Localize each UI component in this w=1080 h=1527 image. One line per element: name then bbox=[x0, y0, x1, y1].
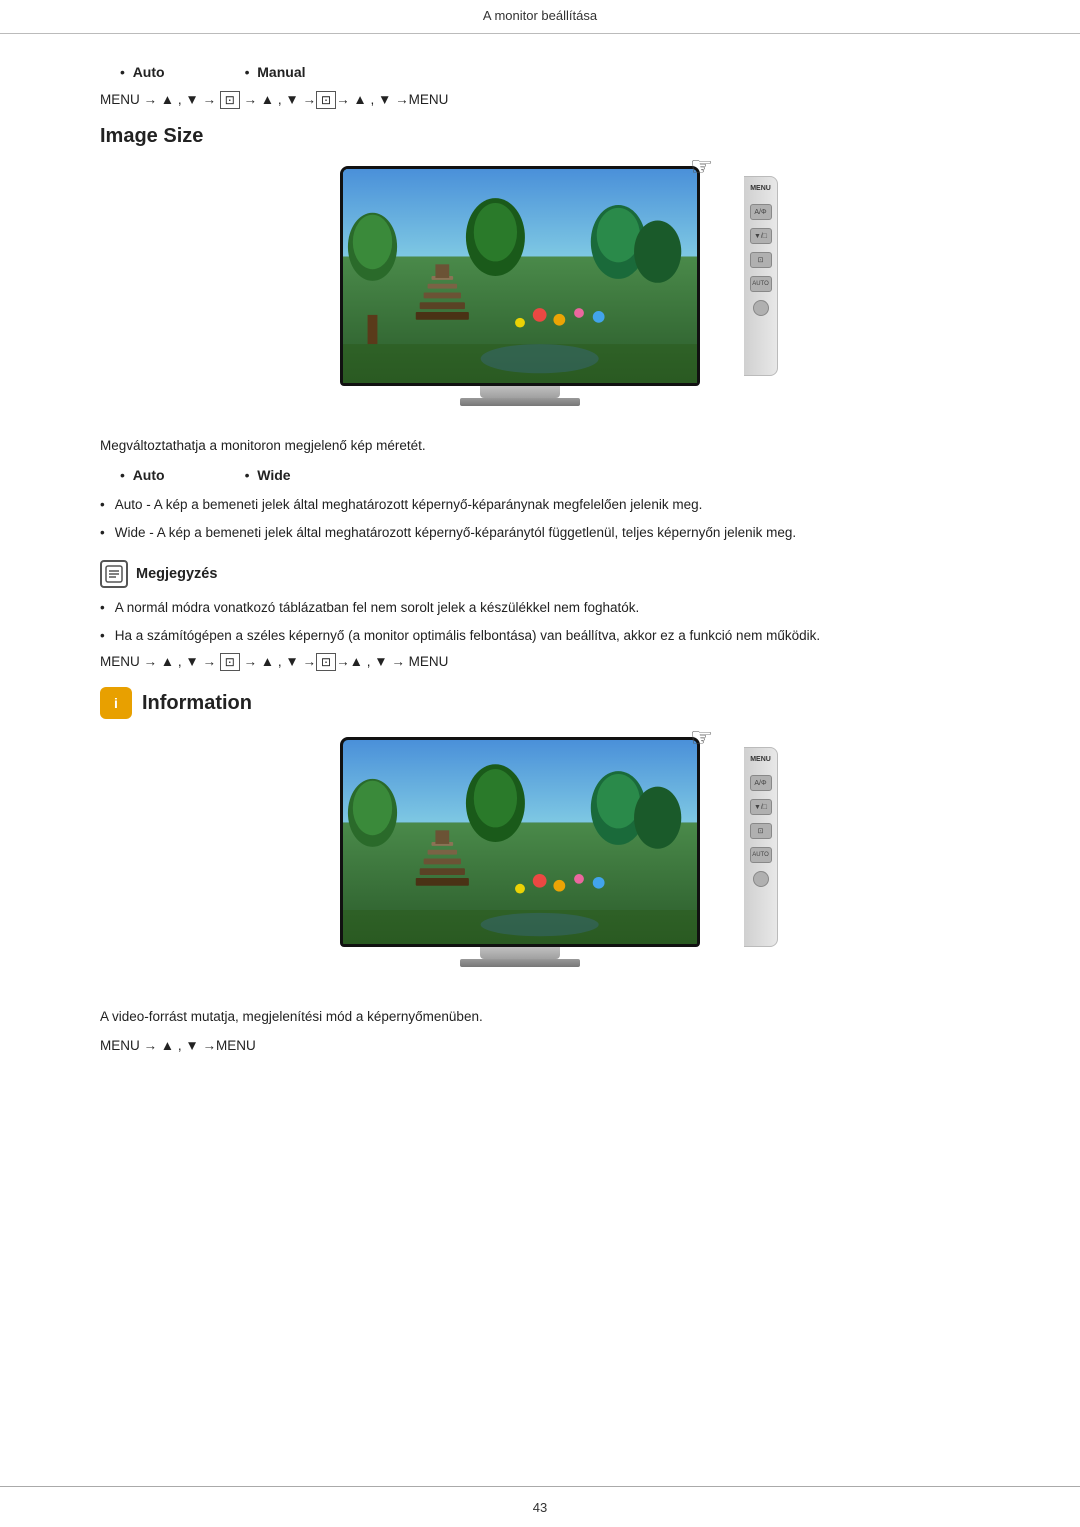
bullet-manual: • Manual bbox=[245, 64, 306, 80]
monitor-image-2: MENU A/Φ ▼/□ ⊡ AUTO ☞ bbox=[100, 737, 980, 987]
side-btn-power-2 bbox=[753, 871, 769, 887]
note-svg-icon bbox=[104, 564, 124, 584]
note-item-1: A normál módra vonatkozó táblázatban fel… bbox=[100, 598, 980, 618]
bullet-auto-2: • Auto bbox=[120, 467, 165, 483]
image-size-title: Image Size bbox=[100, 125, 980, 148]
garden-scene-1 bbox=[343, 169, 697, 383]
image-size-description: Megváltoztathatja a monitoron megjelenő … bbox=[100, 438, 980, 453]
image-size-bullet-list: Auto - A kép a bemeneti jelek által megh… bbox=[100, 495, 980, 544]
auto-manual-row: • Auto • Manual bbox=[120, 64, 980, 80]
monitor-side-panel-2: MENU A/Φ ▼/□ ⊡ AUTO bbox=[744, 747, 778, 947]
side-btn-enter: ⊡ bbox=[750, 252, 772, 268]
side-btn-enter-2: ⊡ bbox=[750, 823, 772, 839]
monitor-image-1: MENU A/Φ ▼/□ ⊡ AUTO ☞ bbox=[100, 166, 980, 416]
hand-cursor-2: ☞ bbox=[690, 722, 713, 753]
note-box: Megjegyzés bbox=[100, 560, 980, 588]
garden-svg-2 bbox=[343, 740, 697, 944]
monitor-stand-1 bbox=[480, 386, 560, 398]
svg-text:i: i bbox=[114, 695, 118, 711]
content-area: • Auto • Manual MENU → ▲ , ▼ → ⊡ → ▲ , ▼… bbox=[0, 34, 1080, 1131]
note-item-2: Ha a számítógépen a széles képernyő (a m… bbox=[100, 626, 980, 646]
monitor-screen-1 bbox=[340, 166, 700, 386]
side-btn-vd-2: ▼/□ bbox=[750, 799, 772, 815]
information-description: A video-forrást mutatja, megjelenítési m… bbox=[100, 1009, 980, 1024]
auto-desc-item: Auto - A kép a bemeneti jelek által megh… bbox=[100, 495, 980, 515]
monitor-screen-2 bbox=[340, 737, 700, 947]
monitor-wrapper-1: MENU A/Φ ▼/□ ⊡ AUTO ☞ bbox=[340, 166, 740, 416]
monitor-wrapper-2: MENU A/Φ ▼/□ ⊡ AUTO ☞ bbox=[340, 737, 740, 987]
menu-nav-line-3: MENU → ▲ , ▼ →MENU bbox=[100, 1038, 980, 1053]
information-section-header: i Information bbox=[100, 687, 980, 719]
info-svg-icon: i bbox=[105, 692, 127, 714]
wide-desc-item: Wide - A kép a bemeneti jelek által megh… bbox=[100, 523, 980, 543]
monitor-side-panel-1: MENU A/Φ ▼/□ ⊡ AUTO bbox=[744, 176, 778, 376]
monitor-stand-2 bbox=[480, 947, 560, 959]
bottom-border bbox=[0, 1486, 1080, 1487]
hand-cursor-1: ☞ bbox=[690, 151, 713, 182]
side-btn-auto-2: AUTO bbox=[750, 847, 772, 863]
side-btn-ao-2: A/Φ bbox=[750, 775, 772, 791]
note-list: A normál módra vonatkozó táblázatban fel… bbox=[100, 598, 980, 647]
monitor-base-1 bbox=[460, 398, 580, 406]
info-icon: i bbox=[100, 687, 132, 719]
side-btn-auto: AUTO bbox=[750, 276, 772, 292]
side-btn-vd: ▼/□ bbox=[750, 228, 772, 244]
note-title: Megjegyzés bbox=[136, 566, 217, 582]
menu-btn-label: MENU bbox=[750, 185, 771, 192]
side-btn-ao: A/Φ bbox=[750, 204, 772, 220]
bullet-auto: • Auto bbox=[120, 64, 165, 80]
page: A monitor beállítása • Auto • Manual MEN… bbox=[0, 0, 1080, 1527]
page-number: 43 bbox=[0, 1500, 1080, 1515]
note-icon bbox=[100, 560, 128, 588]
monitor-base-2 bbox=[460, 959, 580, 967]
menu-btn-label-2: MENU bbox=[750, 756, 771, 763]
side-btn-power bbox=[753, 300, 769, 316]
bullet-wide: • Wide bbox=[245, 467, 291, 483]
information-title: Information bbox=[142, 692, 252, 715]
auto-wide-row: • Auto • Wide bbox=[120, 467, 980, 483]
menu-nav-line-1: MENU → ▲ , ▼ → ⊡ → ▲ , ▼ →⊡→ ▲ , ▼ →MENU bbox=[100, 92, 980, 107]
garden-svg-1 bbox=[343, 169, 697, 383]
page-header: A monitor beállítása bbox=[0, 0, 1080, 34]
menu-nav-line-2: MENU → ▲ , ▼ → ⊡ → ▲ , ▼ →⊡→▲ , ▼ → MENU bbox=[100, 654, 980, 669]
